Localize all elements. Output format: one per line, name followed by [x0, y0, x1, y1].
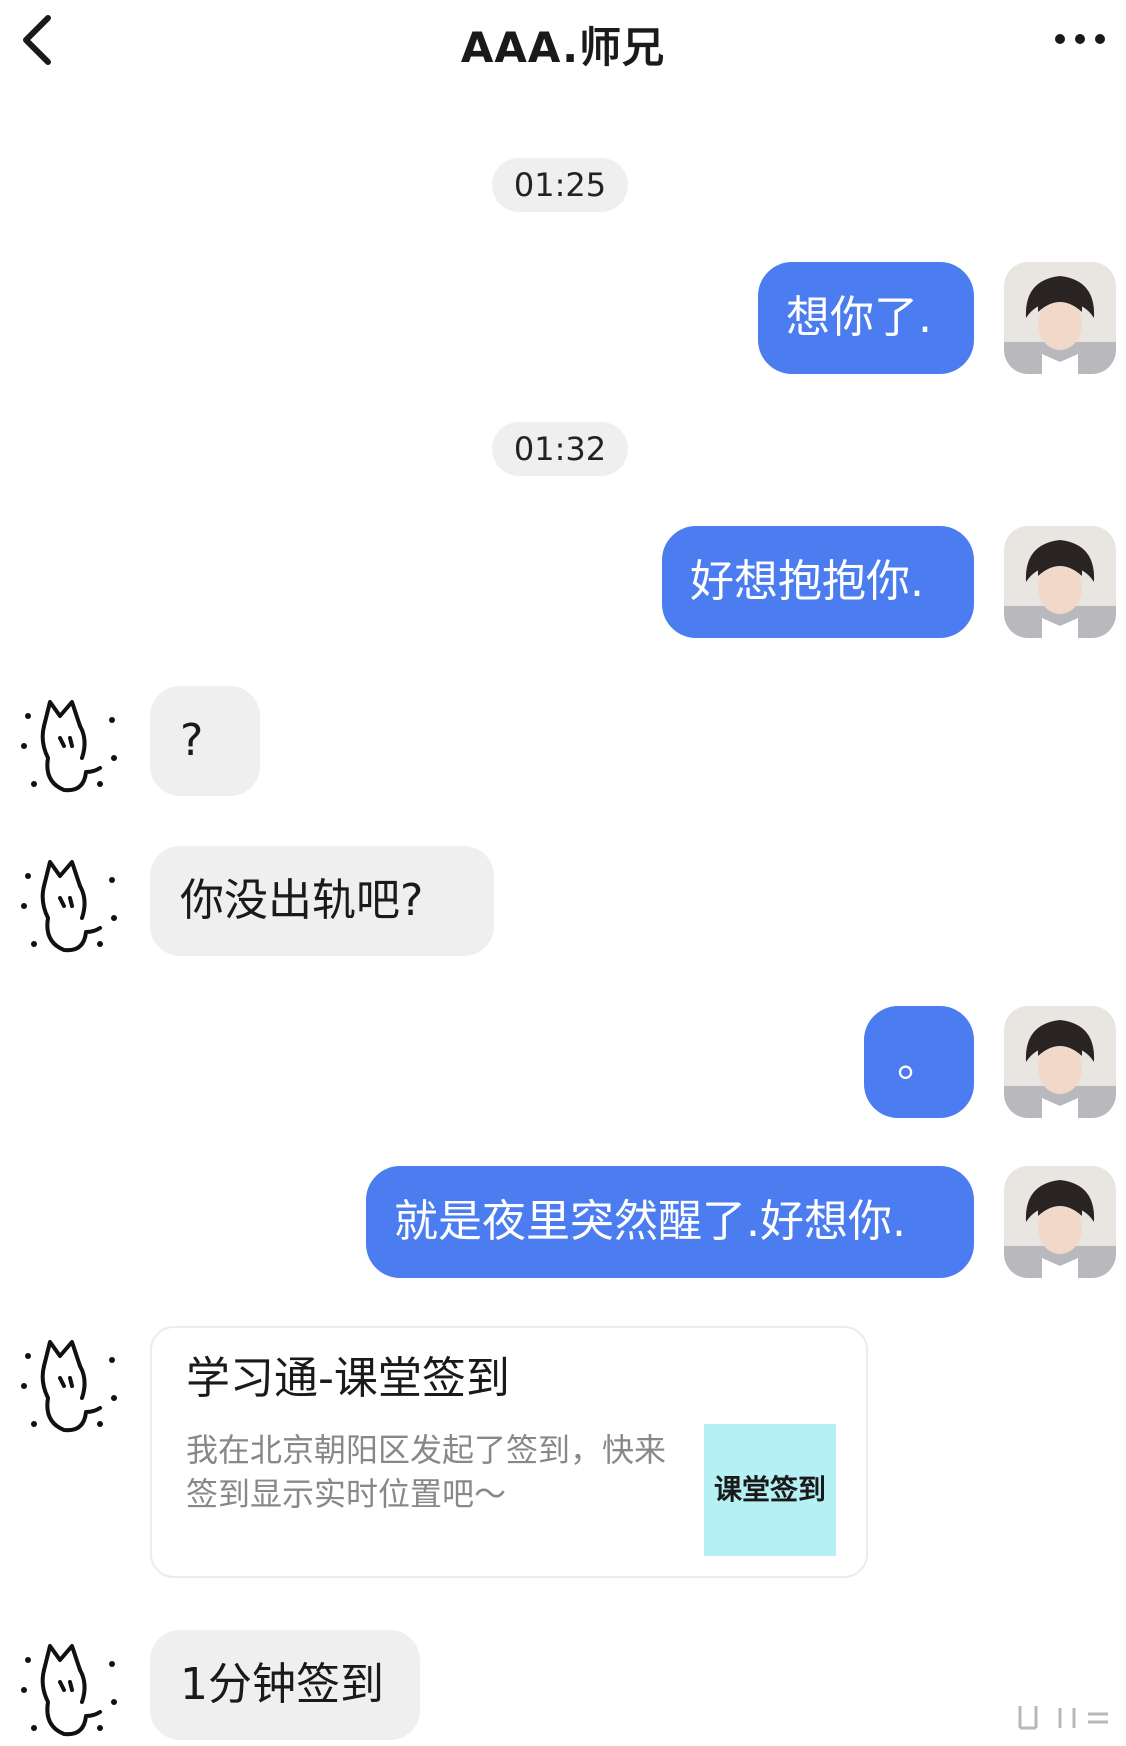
contact-avatar[interactable] — [14, 1326, 122, 1438]
doodle-cat-avatar — [21, 860, 117, 953]
outgoing-message-bubble[interactable]: 好想抱抱你. — [662, 526, 974, 638]
user-avatar[interactable] — [1004, 1006, 1116, 1118]
contact-avatar[interactable] — [14, 1630, 122, 1742]
more-dots-icon[interactable] — [1050, 24, 1110, 54]
doodle-cat-avatar — [21, 1340, 117, 1433]
user-photo-avatar — [1004, 1006, 1116, 1118]
card-thumbnail: 课堂签到 — [704, 1424, 836, 1556]
contact-avatar[interactable] — [14, 686, 122, 798]
card-description: 我在北京朝阳区发起了签到，快来签到显示实时位置吧～ — [186, 1431, 667, 1513]
user-photo-avatar — [1004, 526, 1116, 638]
incoming-message-bubble[interactable]: ? — [150, 686, 260, 796]
user-avatar[interactable] — [1004, 526, 1116, 638]
user-photo-avatar — [1004, 1166, 1116, 1278]
chat-title: AAA.师兄 — [460, 23, 666, 72]
outgoing-message-bubble[interactable]: 。 — [864, 1006, 974, 1118]
watermark-mark — [1018, 1706, 1108, 1730]
timestamp-pill: 01:25 — [492, 158, 628, 212]
contact-avatar[interactable] — [14, 846, 122, 958]
incoming-message-bubble[interactable]: 1分钟签到 — [150, 1630, 420, 1740]
user-avatar[interactable] — [1004, 262, 1116, 374]
user-photo-avatar — [1004, 262, 1116, 374]
timestamp-pill: 01:32 — [492, 422, 628, 476]
incoming-message-bubble[interactable]: 你没出轨吧? — [150, 846, 494, 956]
doodle-cat-avatar — [21, 1644, 117, 1737]
outgoing-message-bubble[interactable]: 就是夜里突然醒了.好想你. — [366, 1166, 974, 1278]
card-title: 学习通-课堂签到 — [186, 1353, 510, 1404]
user-avatar[interactable] — [1004, 1166, 1116, 1278]
check-in-share-card[interactable]: 学习通-课堂签到 我在北京朝阳区发起了签到，快来签到显示实时位置吧～ 课堂签到 — [150, 1326, 868, 1578]
outgoing-message-bubble[interactable]: 想你了. — [758, 262, 974, 374]
doodle-cat-avatar — [21, 700, 117, 793]
